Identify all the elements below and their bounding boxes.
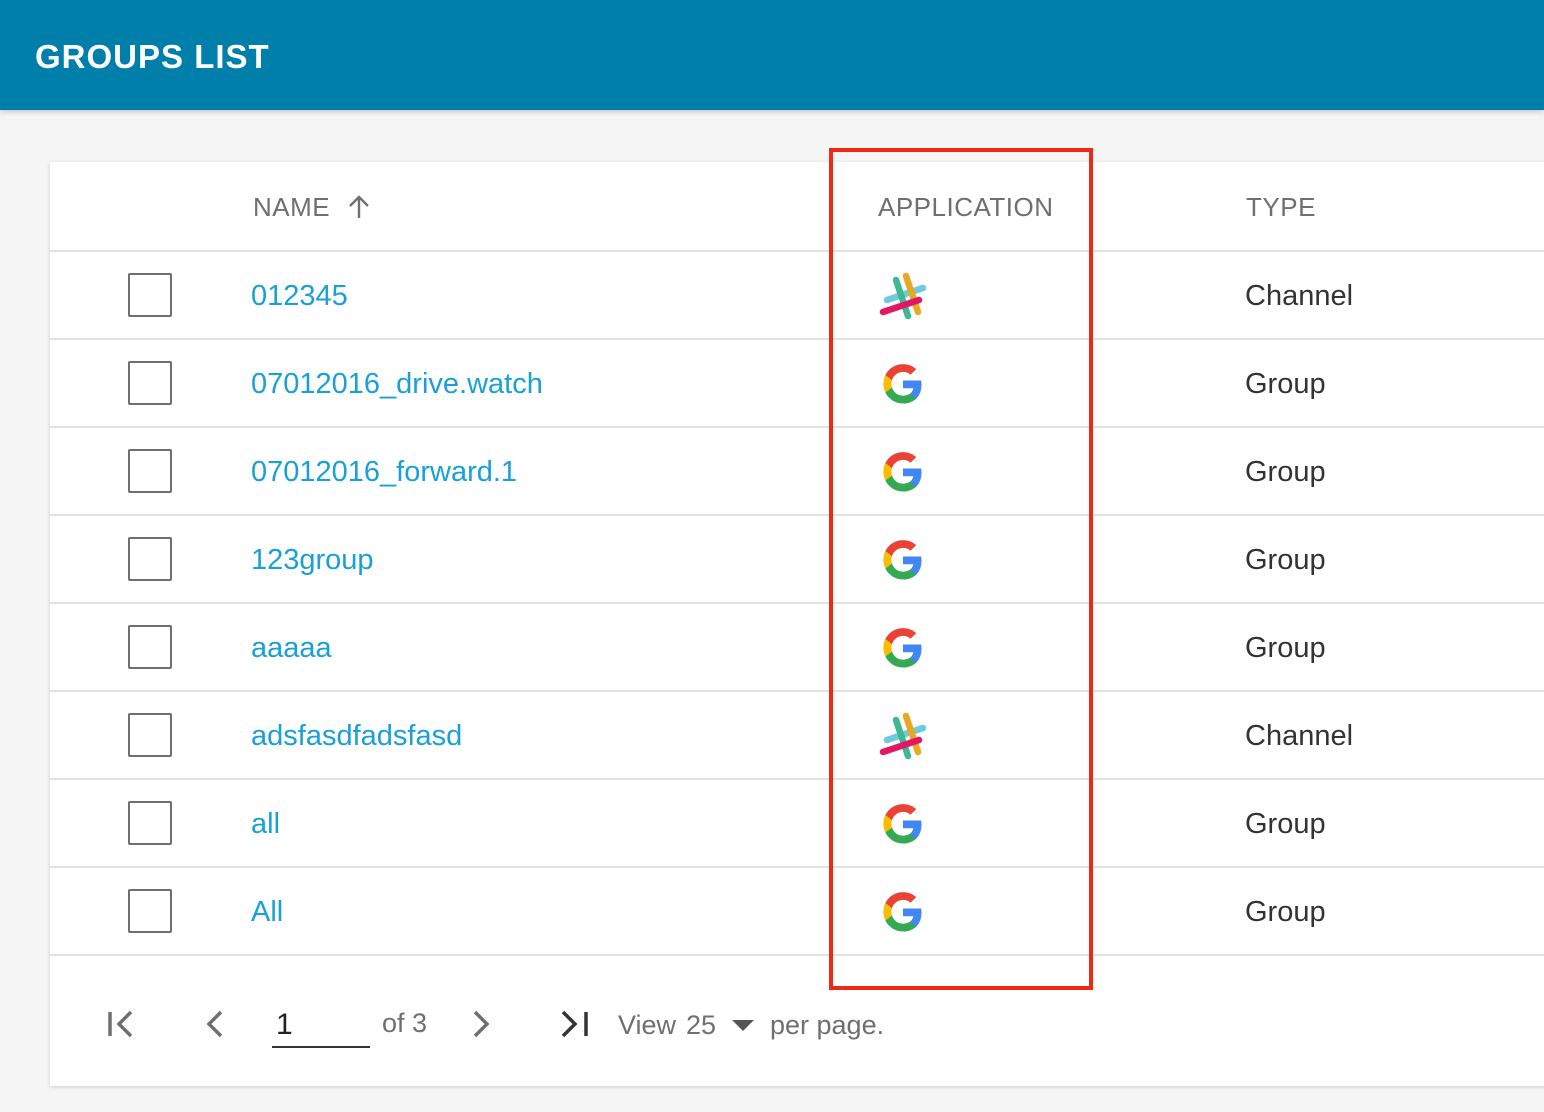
group-type: Group [1245, 368, 1326, 400]
per-page-select[interactable]: 25 [686, 1008, 755, 1042]
caret-down-icon [732, 1019, 755, 1031]
table-row: 012345 Channel [50, 252, 1544, 340]
arrow-up-icon[interactable] [346, 194, 372, 220]
slack-icon [877, 270, 929, 322]
page-count-label: of 3 [382, 1008, 428, 1038]
chevron-left-icon[interactable] [196, 1004, 236, 1044]
slack-icon [877, 710, 929, 762]
group-type: Channel [1245, 280, 1354, 312]
table-header: NAME APPLICATION TYPE [50, 162, 1544, 252]
group-name-link[interactable]: 07012016_forward.1 [251, 452, 517, 492]
group-name-link[interactable]: adsfasdfadsfasd [251, 716, 462, 756]
group-name-link[interactable]: All [251, 892, 283, 932]
group-name-link[interactable]: 07012016_drive.watch [251, 364, 543, 404]
group-type: Group [1245, 632, 1326, 664]
column-header-type[interactable]: TYPE [1246, 191, 1316, 223]
column-header-name-label: NAME [253, 192, 331, 222]
column-header-name[interactable]: NAME [253, 191, 372, 223]
row-checkbox[interactable] [128, 449, 172, 493]
page-title: GROUPS LIST [35, 38, 270, 75]
group-name-link[interactable]: 123group [251, 540, 374, 580]
google-icon [877, 798, 929, 850]
column-header-application[interactable]: APPLICATION [878, 191, 1054, 223]
row-checkbox[interactable] [128, 889, 172, 933]
google-icon [877, 534, 929, 586]
table-row: all Group [50, 780, 1544, 868]
first-page-icon[interactable] [102, 1004, 142, 1044]
row-checkbox[interactable] [128, 361, 172, 405]
google-icon [877, 886, 929, 938]
group-name-link[interactable]: aaaaa [251, 628, 332, 668]
table-row: 123group Group [50, 516, 1544, 604]
google-icon [877, 622, 929, 674]
group-name-link[interactable]: all [251, 804, 280, 844]
group-type: Channel [1245, 720, 1354, 752]
group-type: Group [1245, 808, 1326, 840]
google-icon [877, 446, 929, 498]
row-checkbox[interactable] [128, 273, 172, 317]
group-type: Group [1245, 896, 1326, 928]
table-row: aaaaa Group [50, 604, 1544, 692]
last-page-icon[interactable] [554, 1004, 594, 1044]
row-checkbox[interactable] [128, 537, 172, 581]
pagination: of 3 View 25 per page. [50, 982, 1544, 1062]
row-checkbox[interactable] [128, 625, 172, 669]
table-row: All Group [50, 868, 1544, 956]
app-header: GROUPS LIST [0, 0, 1544, 110]
group-type: Group [1245, 456, 1326, 488]
row-checkbox[interactable] [128, 801, 172, 845]
row-checkbox[interactable] [128, 713, 172, 757]
chevron-right-icon[interactable] [460, 1004, 500, 1044]
per-page-value: 25 [686, 1010, 717, 1040]
table-row: adsfasdfadsfasd Channel [50, 692, 1544, 780]
group-name-link[interactable]: 012345 [251, 276, 348, 316]
page-number-input[interactable] [272, 1004, 370, 1048]
table-row: 07012016_forward.1 Group [50, 428, 1544, 516]
group-type: Group [1245, 544, 1326, 576]
google-icon [877, 358, 929, 410]
table-row: 07012016_drive.watch Group [50, 340, 1544, 428]
view-label: View [618, 1010, 677, 1040]
groups-table-card: NAME APPLICATION TYPE 012345 Channel 0701… [50, 162, 1544, 1086]
per-page-suffix: per page. [770, 1010, 885, 1040]
